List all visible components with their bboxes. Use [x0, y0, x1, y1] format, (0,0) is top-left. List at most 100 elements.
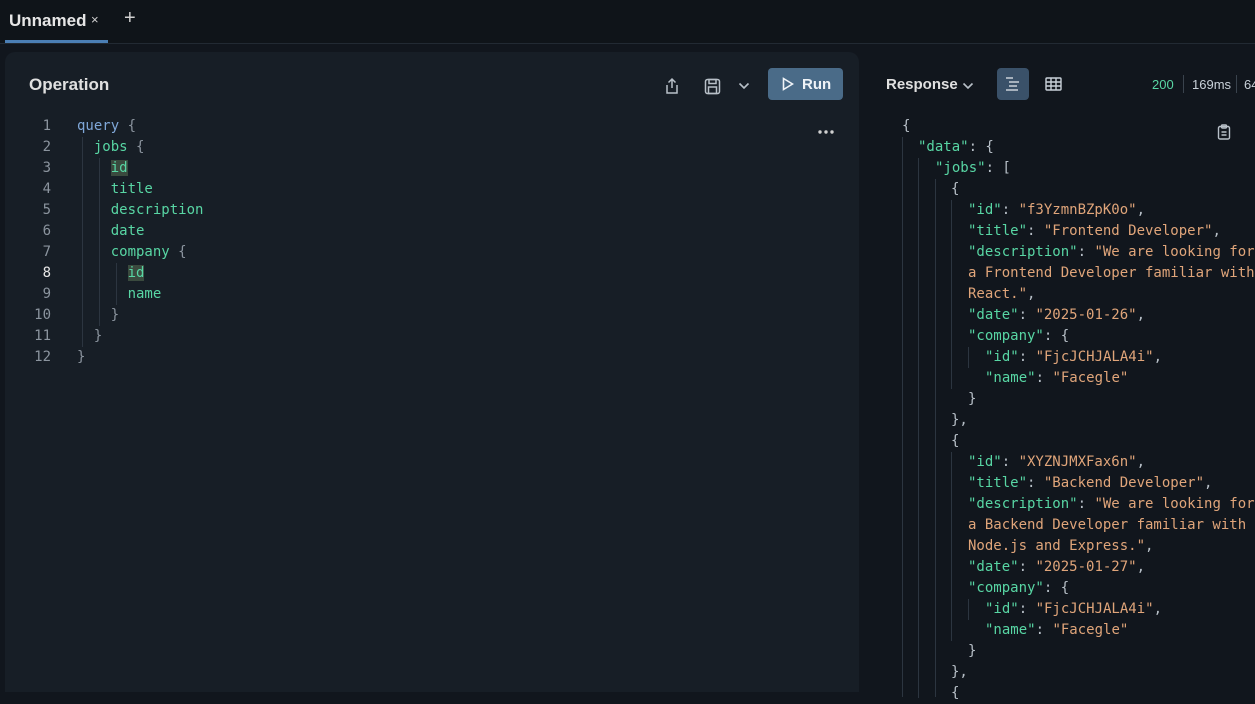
field-jobs: jobs [93, 139, 128, 155]
json-line: React.", [968, 286, 1036, 302]
table-view-button[interactable] [1037, 68, 1069, 100]
response-size: 64 [1244, 77, 1255, 92]
json-line: { [951, 685, 960, 701]
code-line: 4 title [5, 179, 805, 200]
indent-guide [968, 347, 969, 368]
json-line: "name": "Facegle" [985, 622, 1129, 638]
line-number: 3 [42, 160, 51, 176]
operation-panel: Operation Run 1 query {2 jobs {3 id 4 … [5, 52, 859, 692]
operation-title: Operation [29, 75, 110, 94]
line-number: 10 [34, 307, 51, 323]
tab-close-icon[interactable]: × [91, 12, 99, 27]
json-line: } [968, 391, 977, 407]
query-keyword: query [77, 118, 120, 134]
chevron-down-icon [738, 82, 750, 90]
tab-bar: Unnamed × + [0, 0, 1255, 44]
line-number: 6 [42, 223, 51, 239]
line-number: 9 [42, 286, 51, 302]
json-line: } [968, 643, 977, 659]
indent-guide [902, 137, 903, 697]
divider [1183, 75, 1184, 93]
json-line: "id": "FjcJCHJALA4i", [985, 349, 1163, 365]
json-line: "company": { [968, 328, 1070, 344]
line-number: 5 [42, 202, 51, 218]
chevron-down-icon [962, 82, 974, 90]
json-line: { [902, 118, 911, 134]
code-line: 11 } [5, 326, 805, 347]
line-number: 8 [42, 265, 51, 281]
response-panel: Response 200 169ms 64 { "data": { "jobs"… [862, 52, 1255, 701]
json-line: "title": "Frontend Developer", [968, 223, 1221, 239]
line-number: 4 [42, 181, 51, 197]
response-time: 169ms [1192, 77, 1232, 92]
play-icon [782, 77, 794, 91]
copy-button[interactable] [1214, 122, 1234, 142]
code-line: 5 description [5, 200, 805, 221]
save-options-button[interactable] [735, 76, 753, 96]
status-code: 200 [1152, 77, 1174, 92]
save-button[interactable] [700, 74, 724, 98]
json-line: "date": "2025-01-27", [968, 559, 1146, 575]
tab-label: Unnamed [9, 11, 87, 30]
table-icon [1044, 77, 1062, 91]
json-line: "date": "2025-01-26", [968, 307, 1146, 323]
field-title: title [110, 181, 153, 197]
indent-guide [951, 452, 952, 641]
json-line: "company": { [968, 580, 1070, 596]
code-line: 3 id [5, 158, 805, 179]
json-line: "title": "Backend Developer", [968, 475, 1213, 491]
more-options-button[interactable] [816, 122, 836, 142]
json-line: Node.js and Express.", [968, 538, 1154, 554]
json-line: "data": { [918, 139, 994, 155]
json-view-button[interactable] [997, 68, 1029, 100]
field-description: description [110, 202, 204, 218]
text-lines-icon [1006, 77, 1019, 91]
code-line: 9 name [5, 284, 805, 305]
indent-guide [918, 158, 919, 698]
line-number: 1 [42, 118, 51, 134]
clipboard-icon [1217, 124, 1231, 140]
code-line: 1 query { [5, 116, 805, 137]
run-button[interactable]: Run [768, 68, 843, 100]
field-company-id: id [127, 265, 145, 281]
code-line: 10 } [5, 305, 805, 326]
response-title[interactable]: Response [886, 76, 958, 93]
json-line: }, [951, 412, 968, 428]
json-line: "description": "We are looking for [968, 496, 1255, 512]
share-button[interactable] [660, 74, 684, 98]
field-company: company [110, 244, 170, 260]
indent-guide [968, 599, 969, 620]
json-line: "jobs": [ [935, 160, 1011, 176]
json-line: "id": "XYZNJMXFax6n", [968, 454, 1146, 470]
code-line: 12 } [5, 347, 805, 368]
tab-unnamed[interactable]: Unnamed × [5, 0, 108, 43]
indent-guide [951, 200, 952, 389]
json-line: "description": "We are looking for [968, 244, 1255, 260]
share-icon [666, 77, 678, 94]
json-line: }, [951, 664, 968, 680]
json-line: "id": "FjcJCHJALA4i", [985, 601, 1163, 617]
run-label: Run [802, 75, 832, 93]
json-line: { [951, 433, 960, 449]
more-horizontal-icon [818, 130, 834, 134]
json-line: { [951, 181, 960, 197]
add-tab-button[interactable]: + [124, 7, 136, 30]
line-number: 12 [34, 349, 51, 365]
code-line: 8 id [5, 263, 805, 284]
save-icon [704, 78, 720, 94]
json-line: "id": "f3YzmnBZpK0o", [968, 202, 1146, 218]
code-line: 7 company { [5, 242, 805, 263]
field-company-name: name [127, 286, 162, 302]
field-id: id [110, 160, 128, 176]
code-line: 6 date [5, 221, 805, 242]
divider [1236, 75, 1237, 93]
json-line: a Backend Developer familiar with [968, 517, 1247, 533]
line-number: 7 [42, 244, 51, 260]
line-number: 2 [42, 139, 51, 155]
indent-guide [935, 179, 936, 697]
line-number: 11 [34, 328, 51, 344]
field-date: date [110, 223, 145, 239]
json-line: "name": "Facegle" [985, 370, 1129, 386]
response-dropdown-button[interactable] [962, 77, 976, 93]
code-line: 2 jobs { [5, 137, 805, 158]
